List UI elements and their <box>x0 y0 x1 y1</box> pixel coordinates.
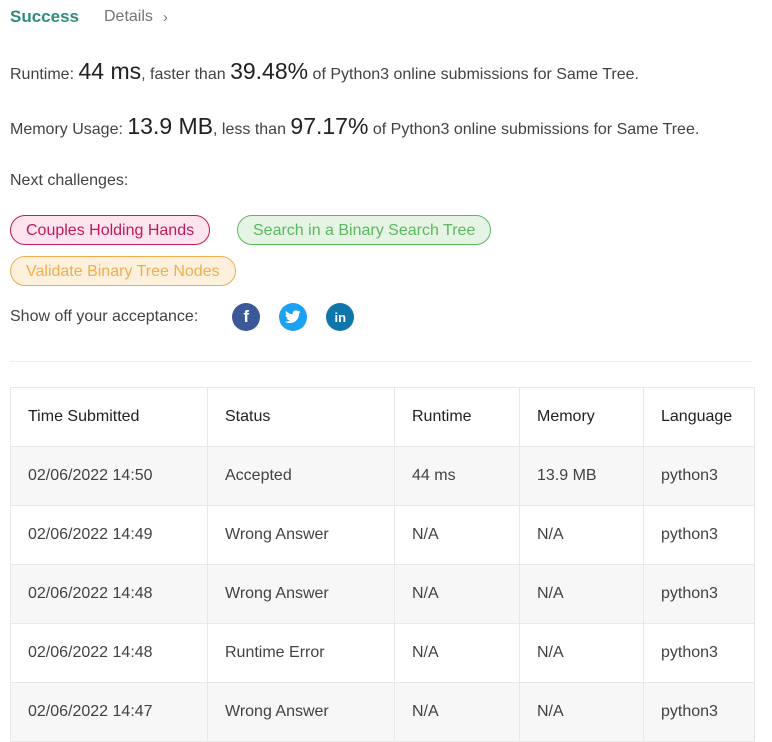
header-language: Language <box>643 387 755 447</box>
cell-language: python3 <box>643 623 755 683</box>
memory-label: Memory Usage: <box>10 121 123 138</box>
submission-result-page: Success Details › Runtime: 44 ms, faster… <box>0 0 772 742</box>
cell-status-link[interactable]: Accepted <box>207 446 395 506</box>
cell-status-link[interactable]: Wrong Answer <box>207 682 395 742</box>
cell-runtime: N/A <box>394 505 520 565</box>
table-row: 02/06/2022 14:48 Wrong Answer N/A N/A py… <box>10 564 755 624</box>
header-time-submitted: Time Submitted <box>10 387 208 447</box>
table-row: 02/06/2022 14:49 Wrong Answer N/A N/A py… <box>10 505 755 565</box>
cell-runtime: N/A <box>394 682 520 742</box>
cell-time: 02/06/2022 14:50 <box>10 446 208 506</box>
tab-details[interactable]: Details › <box>104 8 168 26</box>
cell-time: 02/06/2022 14:49 <box>10 505 208 565</box>
chevron-right-icon: › <box>162 8 168 26</box>
submissions-table: Time Submitted Status Runtime Memory Lan… <box>10 387 755 742</box>
table-row: 02/06/2022 14:48 Runtime Error N/A N/A p… <box>10 623 755 683</box>
cell-memory: N/A <box>519 682 644 742</box>
header-status: Status <box>207 387 395 447</box>
cell-status-link[interactable]: Wrong Answer <box>207 564 395 624</box>
challenge-chip-validate-binary-tree-nodes[interactable]: Validate Binary Tree Nodes <box>10 256 236 286</box>
share-label: Show off your acceptance: <box>10 308 199 325</box>
cell-language: python3 <box>643 682 755 742</box>
memory-stat: Memory Usage: 13.9 MB, less than 97.17% … <box>10 113 699 140</box>
cell-time: 02/06/2022 14:48 <box>10 623 208 683</box>
runtime-value: 44 ms <box>78 58 142 84</box>
facebook-icon[interactable]: f <box>232 303 261 331</box>
section-divider <box>10 361 753 362</box>
cell-memory: N/A <box>519 564 644 624</box>
cell-status-link[interactable]: Runtime Error <box>207 623 395 683</box>
tab-success[interactable]: Success <box>10 7 79 27</box>
memory-percent: 97.17% <box>290 113 369 139</box>
challenge-chip-couples-holding-hands[interactable]: Couples Holding Hands <box>10 215 211 245</box>
runtime-mid-text: , faster than <box>141 66 226 83</box>
cell-memory: N/A <box>519 623 644 683</box>
cell-time: 02/06/2022 14:47 <box>10 682 208 742</box>
cell-language: python3 <box>643 505 755 565</box>
cell-language: python3 <box>643 446 755 506</box>
table-header-row: Time Submitted Status Runtime Memory Lan… <box>10 387 755 447</box>
cell-runtime: N/A <box>394 623 520 683</box>
runtime-tail-text: of Python3 online submissions for Same T… <box>312 66 639 83</box>
cell-status-link[interactable]: Wrong Answer <box>207 505 395 565</box>
cell-language: python3 <box>643 564 755 624</box>
tab-details-label: Details <box>104 8 153 25</box>
twitter-bird-glyph <box>285 310 301 324</box>
cell-memory: N/A <box>519 505 644 565</box>
runtime-label: Runtime: <box>10 66 75 83</box>
cell-runtime: N/A <box>394 564 520 624</box>
memory-mid-text: , less than <box>213 121 286 138</box>
table-row: 02/06/2022 14:50 Accepted 44 ms 13.9 MB … <box>10 446 755 506</box>
cell-runtime: 44 ms <box>394 446 520 506</box>
memory-value: 13.9 MB <box>127 113 214 139</box>
memory-tail-text: of Python3 online submissions for Same T… <box>372 121 700 138</box>
table-row: 02/06/2022 14:47 Wrong Answer N/A N/A py… <box>10 682 755 742</box>
header-memory: Memory <box>519 387 644 447</box>
share-row: Show off your acceptance: f in <box>10 303 355 331</box>
twitter-icon[interactable] <box>279 303 308 331</box>
next-challenges-label: Next challenges: <box>10 172 129 189</box>
cell-memory: 13.9 MB <box>519 446 644 506</box>
header-runtime: Runtime <box>394 387 520 447</box>
runtime-stat: Runtime: 44 ms, faster than 39.48% of Py… <box>10 58 639 85</box>
challenge-chip-search-bst[interactable]: Search in a Binary Search Tree <box>237 215 492 245</box>
result-tabs: Success Details › <box>10 7 168 27</box>
cell-time: 02/06/2022 14:48 <box>10 564 208 624</box>
runtime-percent: 39.48% <box>230 58 309 84</box>
linkedin-icon[interactable]: in <box>326 303 355 331</box>
